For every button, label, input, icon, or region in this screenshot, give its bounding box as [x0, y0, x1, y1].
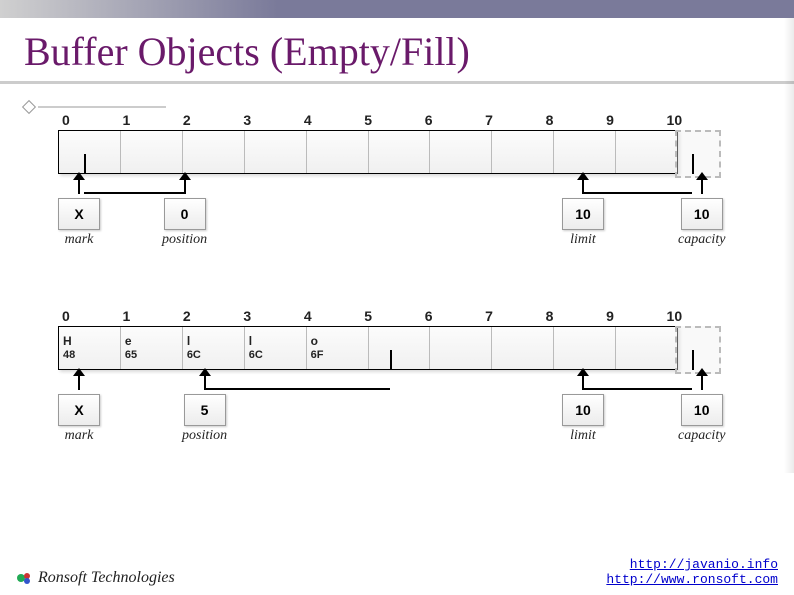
- pointer-label: mark: [65, 232, 94, 248]
- cell: [554, 131, 616, 173]
- pointer-value: X: [58, 198, 100, 230]
- pointer-mark: X mark: [58, 370, 100, 444]
- pointer-mark: X mark: [58, 174, 100, 248]
- index: 6: [421, 112, 481, 128]
- cell: [121, 131, 183, 173]
- footer-links: http://javanio.info http://www.ronsoft.c…: [606, 557, 778, 587]
- pointer-limit: 10 limit: [562, 174, 604, 248]
- index: 8: [542, 308, 602, 324]
- index: 5: [360, 112, 420, 128]
- pointer-value: 10: [681, 198, 723, 230]
- pointer-value: X: [58, 394, 100, 426]
- index: 10: [663, 112, 723, 128]
- pointer-position: 5 position: [182, 370, 227, 444]
- cell: e65: [121, 327, 183, 369]
- bullet-decoration: [24, 98, 174, 110]
- pointer-row: X mark 5 position 10 limit: [58, 370, 758, 470]
- buffer-diagram-empty: 0 1 2 3 4 5 6 7 8 9 10: [58, 112, 758, 274]
- cell: [369, 131, 431, 173]
- capacity-ghost-cell: [675, 130, 721, 178]
- index: 4: [300, 112, 360, 128]
- arrow-icon: [204, 370, 206, 390]
- pointer-label: limit: [570, 232, 596, 248]
- pointer-value: 10: [681, 394, 723, 426]
- top-accent-bar: [0, 0, 794, 18]
- cell: [616, 327, 677, 369]
- cell: [307, 131, 369, 173]
- cell: [492, 327, 554, 369]
- logo-icon: [16, 570, 32, 586]
- cell: l6C: [183, 327, 245, 369]
- arrow-icon: [78, 370, 80, 390]
- pointer-label: capacity: [678, 232, 725, 248]
- index: 10: [663, 308, 723, 324]
- index: 8: [542, 112, 602, 128]
- capacity-ghost-cell: [675, 326, 721, 374]
- arrow-icon: [582, 370, 584, 390]
- cell: [492, 131, 554, 173]
- cell: H48: [59, 327, 121, 369]
- index: 9: [602, 112, 662, 128]
- pointer-value: 10: [562, 394, 604, 426]
- index-row: 0 1 2 3 4 5 6 7 8 9 10: [58, 112, 723, 128]
- pointer-capacity: 10 capacity: [678, 370, 725, 444]
- page-title: Buffer Objects (Empty/Fill): [0, 18, 794, 81]
- arrow-icon: [701, 174, 703, 194]
- index: 0: [58, 308, 118, 324]
- cell: [430, 327, 492, 369]
- cell: [369, 327, 431, 369]
- link-javanio[interactable]: http://javanio.info: [606, 557, 778, 572]
- cell: [59, 131, 121, 173]
- arrow-icon: [701, 370, 703, 390]
- pointer-label: limit: [570, 428, 596, 444]
- cell: l6C: [245, 327, 307, 369]
- index: 9: [602, 308, 662, 324]
- cell: [183, 131, 245, 173]
- index: 0: [58, 112, 118, 128]
- pointer-value: 0: [164, 198, 206, 230]
- cell: [554, 327, 616, 369]
- arrow-icon: [582, 174, 584, 194]
- index: 1: [118, 308, 178, 324]
- arrow-icon: [78, 174, 80, 194]
- cell: o6F: [307, 327, 369, 369]
- index: 5: [360, 308, 420, 324]
- footer: Ronsoft Technologies http://javanio.info…: [0, 557, 794, 587]
- cell: [430, 131, 492, 173]
- index: 3: [239, 308, 299, 324]
- cell: [616, 131, 677, 173]
- company-name: Ronsoft Technologies: [38, 569, 175, 587]
- arrow-icon: [184, 174, 186, 194]
- buffer-cells: H48 e65 l6C l6C o6F: [58, 326, 678, 370]
- pointer-label: position: [182, 428, 227, 444]
- pointer-value: 5: [184, 394, 226, 426]
- pointer-label: capacity: [678, 428, 725, 444]
- index: 2: [179, 112, 239, 128]
- index: 7: [481, 112, 541, 128]
- index: 6: [421, 308, 481, 324]
- link-ronsoft[interactable]: http://www.ronsoft.com: [606, 572, 778, 587]
- index: 3: [239, 112, 299, 128]
- buffer-diagram-fill: 0 1 2 3 4 5 6 7 8 9 10 H48 e65 l6C l6C o…: [58, 308, 758, 470]
- pointer-value: 10: [562, 198, 604, 230]
- index: 4: [300, 308, 360, 324]
- pointer-position: 0 position: [162, 174, 207, 248]
- pointer-label: position: [162, 232, 207, 248]
- index: 7: [481, 308, 541, 324]
- pointer-limit: 10 limit: [562, 370, 604, 444]
- pointer-capacity: 10 capacity: [678, 174, 725, 248]
- side-shadow: [784, 18, 794, 473]
- index: 2: [179, 308, 239, 324]
- pointer-label: mark: [65, 428, 94, 444]
- cell: [245, 131, 307, 173]
- index: 1: [118, 112, 178, 128]
- buffer-cells: [58, 130, 678, 174]
- pointer-row: X mark 0 position 10 limit: [58, 174, 758, 274]
- index-row: 0 1 2 3 4 5 6 7 8 9 10: [58, 308, 723, 324]
